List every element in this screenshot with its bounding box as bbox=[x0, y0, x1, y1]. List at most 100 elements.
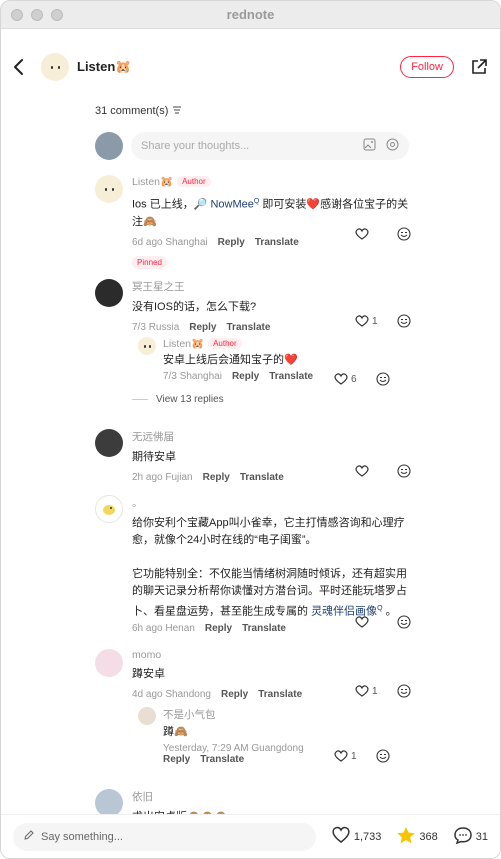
comment-text: 蹲安卓 bbox=[132, 668, 165, 680]
comment-text: 给你安利个宝藏App叫小雀幸，它主打情感咨询和心理疗愈，就像个24小时在线的“电… bbox=[132, 517, 407, 618]
comment-total: 31 bbox=[475, 830, 488, 843]
share-icon[interactable] bbox=[470, 58, 488, 76]
reply-button[interactable]: Reply bbox=[218, 237, 245, 248]
like-count: 6 bbox=[351, 373, 357, 385]
comment-time-location: 6h ago Henan bbox=[132, 622, 195, 634]
replier-avatar[interactable] bbox=[138, 707, 156, 725]
reply-button[interactable]: Reply bbox=[203, 472, 230, 483]
commenter-name[interactable]: 无远佛届 bbox=[132, 429, 174, 444]
commenter-name[interactable]: 冥王星之王 bbox=[132, 279, 185, 294]
comment-text: Ios 已上线，🔎 NowMeeQ 即可安装❤️感谢各位宝子的关注🙈 bbox=[132, 198, 409, 228]
translate-button[interactable]: Translate bbox=[227, 322, 271, 333]
comment-time-location: 4d ago Shandong bbox=[132, 689, 211, 700]
like-count: 1 bbox=[372, 315, 378, 327]
commenter-avatar[interactable] bbox=[95, 175, 123, 203]
author-tag: Author bbox=[177, 176, 211, 187]
reply-button[interactable]: Reply bbox=[205, 623, 232, 634]
like-total: 1,733 bbox=[353, 830, 382, 843]
comment-item: Listen🐹 Author Ios 已上线，🔎 NowMeeQ 即可安装❤️感谢… bbox=[95, 175, 411, 270]
comment-stat[interactable]: 31 bbox=[453, 826, 488, 848]
like-button[interactable]: 1 bbox=[355, 315, 381, 327]
translate-button[interactable]: Translate bbox=[240, 472, 284, 483]
comment-count-row: 31 comment(s) bbox=[95, 105, 182, 117]
comment-item: 。 给你安利个宝藏App叫小雀幸，它主打情感咨询和心理疗愈，就像个24小时在线的… bbox=[95, 495, 411, 634]
back-icon[interactable] bbox=[13, 57, 27, 77]
comment-time-location: 7/3 Russia bbox=[132, 322, 180, 333]
comment-item: momo 蹲安卓 4d ago Shandong Reply Translate 1 bbox=[95, 649, 411, 700]
star-icon bbox=[396, 826, 416, 848]
emoji-reaction-icon[interactable] bbox=[397, 615, 411, 629]
commenter-name[interactable]: 依旧 bbox=[132, 789, 153, 804]
translate-button[interactable]: Translate bbox=[269, 371, 313, 382]
like-button[interactable]: 1 bbox=[355, 685, 381, 697]
heart-icon bbox=[331, 826, 351, 847]
reply-item: 不是小气包 蹲🙈 Yesterday, 7:29 AM Guangdong Rep… bbox=[138, 707, 390, 765]
commenter-avatar[interactable] bbox=[95, 789, 123, 817]
reply-text: 蹲🙈 bbox=[163, 726, 188, 738]
reply-text: 安卓上线后会通知宝子的❤️ bbox=[163, 354, 298, 366]
translate-button[interactable]: Translate bbox=[200, 754, 244, 765]
commenter-avatar[interactable] bbox=[95, 649, 123, 677]
author-tag: Author bbox=[208, 338, 242, 349]
author-avatar[interactable] bbox=[41, 53, 69, 81]
comment-placeholder: Share your thoughts... bbox=[141, 140, 250, 152]
like-button[interactable]: 1 bbox=[334, 750, 360, 762]
replier-avatar[interactable] bbox=[138, 337, 156, 355]
image-icon[interactable] bbox=[363, 138, 376, 154]
comment-input[interactable]: Share your thoughts... bbox=[131, 132, 409, 160]
emoji-reaction-icon[interactable] bbox=[376, 372, 390, 386]
say-something-placeholder: Say something... bbox=[41, 830, 123, 843]
commenter-name[interactable]: Listen🐹 bbox=[132, 175, 173, 188]
title-bar: rednote bbox=[1, 1, 500, 29]
collect-stat[interactable]: 368 bbox=[396, 826, 438, 848]
window-title: rednote bbox=[226, 7, 275, 22]
reply-item: Listen🐹 Author 安卓上线后会通知宝子的❤️ 7/3 Shanghai… bbox=[138, 337, 390, 386]
emoji-reaction-icon[interactable] bbox=[397, 314, 411, 328]
say-something-input[interactable]: Say something... bbox=[13, 822, 316, 851]
like-button[interactable]: 6 bbox=[334, 373, 360, 385]
commenter-avatar[interactable] bbox=[95, 279, 123, 307]
pencil-icon bbox=[23, 829, 35, 844]
reply-button[interactable]: Reply bbox=[163, 754, 190, 765]
replier-name[interactable]: Listen🐹 bbox=[163, 337, 204, 350]
app-window: rednote Listen🐹 Follow 31 comment(s) Sha… bbox=[0, 0, 501, 859]
search-link[interactable]: NowMee bbox=[210, 199, 253, 211]
note-header: Listen🐹 Follow bbox=[1, 29, 500, 105]
emoji-reaction-icon[interactable] bbox=[397, 684, 411, 698]
reply-button[interactable]: Reply bbox=[232, 371, 259, 382]
commenter-name[interactable]: 。 bbox=[132, 495, 143, 510]
author-name[interactable]: Listen🐹 bbox=[77, 59, 131, 75]
sort-icon[interactable] bbox=[172, 105, 182, 117]
commenter-avatar[interactable] bbox=[95, 495, 123, 523]
emoji-reaction-icon[interactable] bbox=[397, 227, 411, 241]
comment-time-location: 6d ago Shanghai bbox=[132, 236, 208, 248]
like-button[interactable] bbox=[355, 228, 381, 240]
reply-time-location: Yesterday, 7:29 AM Guangdong bbox=[163, 743, 304, 754]
my-avatar bbox=[95, 132, 123, 160]
like-stat[interactable]: 1,733 bbox=[331, 826, 382, 847]
comment-item: 无远佛届 期待安卓 2h ago Fujian Reply Translate bbox=[95, 429, 411, 483]
commenter-avatar[interactable] bbox=[95, 429, 123, 457]
commenter-name[interactable]: momo bbox=[132, 649, 161, 661]
comment-count: 31 comment(s) bbox=[95, 105, 169, 117]
like-count: 1 bbox=[372, 685, 378, 697]
reply-button[interactable]: Reply bbox=[189, 322, 216, 333]
collect-total: 368 bbox=[419, 830, 438, 843]
bottom-action-bar: Say something... 1,733 368 31 bbox=[1, 814, 500, 858]
emoji-reaction-icon[interactable] bbox=[397, 464, 411, 478]
follow-button[interactable]: Follow bbox=[400, 56, 454, 78]
reply-time-location: 7/3 Shanghai bbox=[163, 371, 222, 382]
pinned-badge: Pinned bbox=[132, 255, 167, 269]
reply-button[interactable]: Reply bbox=[221, 689, 248, 700]
like-count: 1 bbox=[351, 750, 357, 762]
translate-button[interactable]: Translate bbox=[255, 237, 299, 248]
like-button[interactable] bbox=[355, 616, 381, 628]
like-button[interactable] bbox=[355, 465, 381, 477]
view-replies-button[interactable]: View 13 replies bbox=[132, 394, 224, 405]
emoji-reaction-icon[interactable] bbox=[376, 749, 390, 763]
replier-name[interactable]: 不是小气包 bbox=[163, 707, 216, 722]
mention-icon[interactable] bbox=[386, 138, 399, 154]
comment-bubble-icon bbox=[453, 826, 473, 848]
translate-button[interactable]: Translate bbox=[258, 689, 302, 700]
translate-button[interactable]: Translate bbox=[242, 623, 286, 634]
